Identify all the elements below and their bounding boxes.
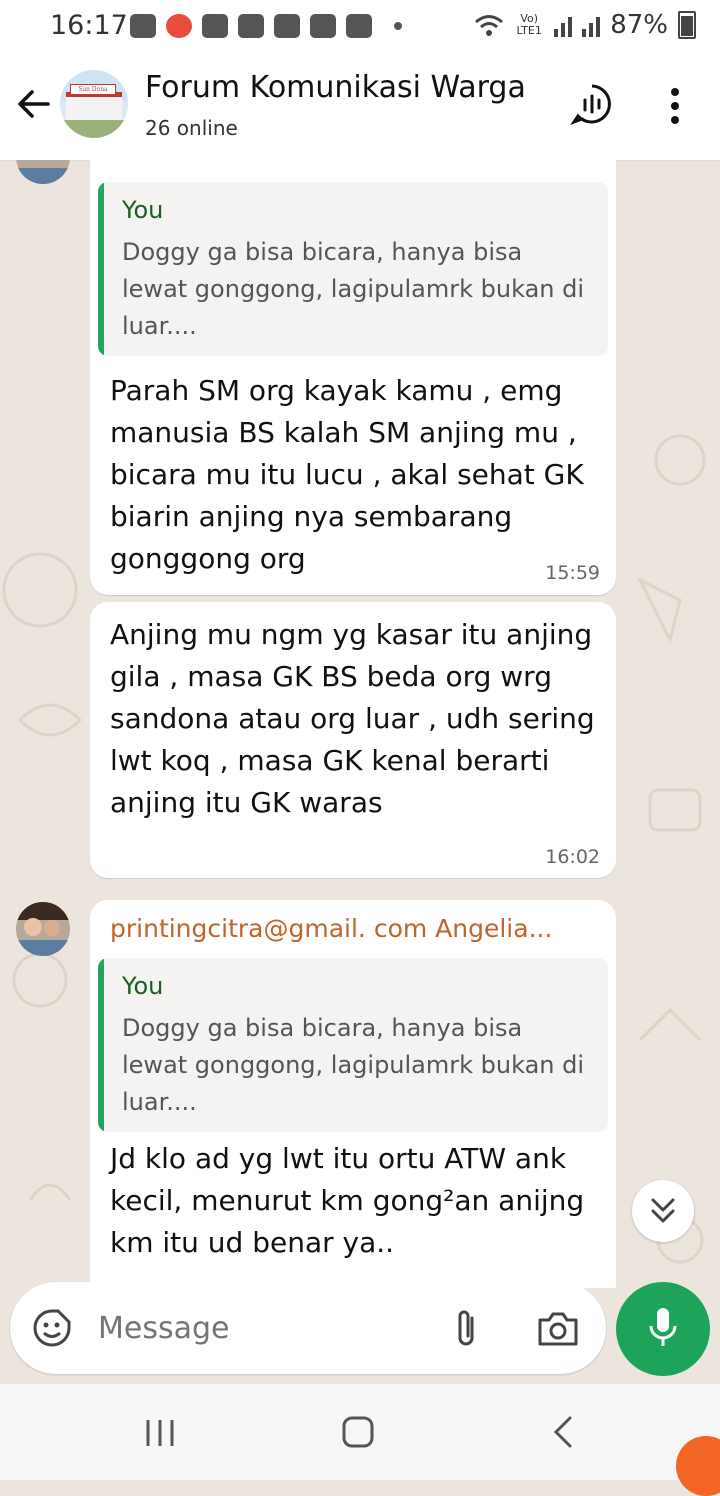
message-time: 15:59 [545, 562, 600, 584]
avatar-sign: San Dona [70, 84, 116, 95]
quote-sender: You [122, 972, 164, 1000]
message-bubble[interactable]: You Doggy ga bisa bicara, hanya bisa lew… [90, 160, 616, 595]
online-count: 26 online [145, 116, 238, 140]
quote-bar [98, 182, 104, 356]
double-chevron-down-icon [651, 1198, 675, 1223]
carrier-label: Vo) LTE1 [516, 12, 542, 37]
voice-record-button[interactable] [616, 1282, 710, 1376]
quote-text: Doggy ga bisa bicara, hanya bisa lewat g… [122, 1014, 585, 1116]
message-text: Parah SM org kayak kamu , emg manusia BS… [110, 374, 584, 575]
avatar-ground [60, 120, 128, 138]
more-notifications-dot-icon [394, 22, 402, 30]
notification-icons [130, 14, 402, 38]
status-bar: 16:17 Vo) LTE1 87% [0, 0, 720, 56]
system-navigation-bar [0, 1384, 720, 1480]
quote-sender: You [122, 196, 164, 224]
quote-text: Doggy ga bisa bicara, hanya bisa lewat g… [122, 238, 585, 340]
message-bubble[interactable]: printingcitra@gmail. com Angelia... You … [90, 900, 616, 1288]
message-composer [10, 1282, 606, 1374]
sticker-emoji-icon[interactable] [32, 1308, 72, 1348]
message-text: Anjing mu ngm yg kasar itu anjing gila ,… [110, 618, 595, 819]
battery-icon [678, 11, 696, 39]
quote-bar [98, 958, 104, 1132]
group-avatar[interactable]: San Dona [60, 70, 128, 138]
sender-avatar[interactable] [16, 902, 70, 956]
recent-apps-icon[interactable] [140, 1416, 180, 1450]
home-icon[interactable] [338, 1414, 378, 1450]
message-text: Jd klo ad yg lwt itu ortu ATW ank kecil,… [110, 1142, 585, 1259]
attachment-paperclip-icon[interactable] [452, 1306, 480, 1350]
chat-header: San Dona Forum Komunikasi Warga 26 onlin… [0, 56, 720, 161]
gift-icon [202, 14, 228, 38]
signal-icon-2 [582, 13, 601, 37]
app-icon-2 [346, 14, 372, 38]
quoted-message[interactable]: You Doggy ga bisa bicara, hanya bisa lew… [98, 182, 608, 356]
youtube-icon [238, 14, 264, 38]
battery-percent: 87% [610, 10, 668, 40]
message-input[interactable] [96, 1306, 420, 1350]
quoted-message[interactable]: You Doggy ga bisa bicara, hanya bisa lew… [98, 958, 608, 1132]
message-notification-icon [130, 14, 156, 38]
shield-icon [310, 14, 336, 38]
more-options-icon[interactable] [668, 86, 682, 126]
scroll-to-bottom-button[interactable] [632, 1180, 694, 1242]
app-icon [274, 14, 300, 38]
system-status: Vo) LTE1 87% [474, 10, 696, 40]
message-time: 16:02 [545, 846, 600, 868]
camera-icon[interactable] [536, 1310, 580, 1348]
status-time: 16:17 [50, 10, 128, 41]
message-bubble[interactable]: Anjing mu ngm yg kasar itu anjing gila ,… [90, 602, 616, 878]
signal-icon [554, 13, 573, 37]
back-arrow-icon[interactable] [14, 84, 54, 124]
chat-messages[interactable]: You Doggy ga bisa bicara, hanya bisa lew… [0, 160, 720, 1288]
voice-chat-icon[interactable] [570, 82, 614, 126]
app-notification-icon [166, 14, 192, 38]
wifi-icon [475, 15, 504, 36]
sender-name[interactable]: printingcitra@gmail. com Angelia... [110, 914, 552, 943]
avatar[interactable] [16, 160, 70, 184]
nav-back-icon[interactable] [548, 1414, 578, 1450]
microphone-icon [649, 1308, 677, 1346]
chat-title[interactable]: Forum Komunikasi Warga [145, 70, 526, 105]
